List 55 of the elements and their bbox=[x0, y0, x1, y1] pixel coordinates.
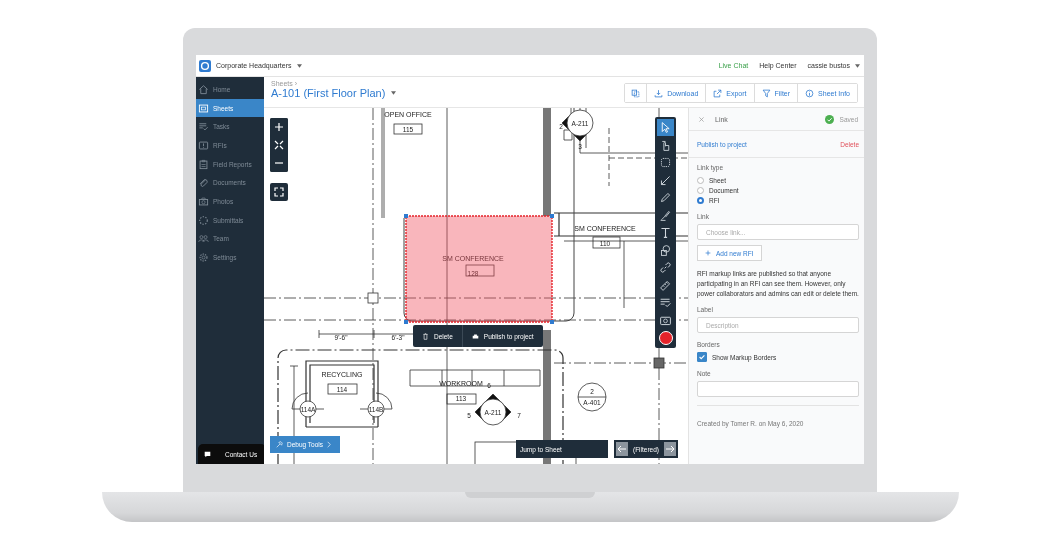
caret-icon[interactable] bbox=[296, 63, 302, 68]
resize-handle[interactable] bbox=[404, 320, 408, 324]
dotted-square-icon bbox=[659, 156, 672, 169]
alert-icon bbox=[198, 139, 209, 151]
link-icon bbox=[659, 261, 672, 274]
caret-icon[interactable] bbox=[391, 91, 397, 95]
filter-icon bbox=[761, 88, 771, 98]
radio-button[interactable] bbox=[697, 176, 704, 184]
chevron-right-icon bbox=[327, 441, 332, 448]
checkbox[interactable] bbox=[697, 352, 707, 363]
color-swatch[interactable] bbox=[658, 331, 673, 345]
arrow-left-icon bbox=[617, 444, 627, 454]
markup-tool-button[interactable] bbox=[657, 259, 674, 276]
people-icon bbox=[198, 233, 209, 245]
arrow-icon bbox=[659, 173, 672, 187]
hand-icon bbox=[659, 138, 672, 152]
checklist-icon bbox=[659, 296, 672, 309]
fullscreen-button[interactable] bbox=[270, 183, 288, 201]
resize-handle[interactable] bbox=[550, 320, 554, 324]
text-icon bbox=[659, 226, 672, 239]
arrow-right-icon bbox=[665, 444, 675, 454]
plus-icon bbox=[705, 250, 711, 256]
highlighter-icon bbox=[659, 208, 672, 222]
pencil-icon bbox=[659, 191, 672, 204]
previous-button[interactable] bbox=[616, 442, 628, 456]
ruler-icon bbox=[659, 278, 672, 292]
note-input[interactable] bbox=[697, 381, 859, 398]
paperclip-icon bbox=[198, 177, 209, 189]
corners-icon bbox=[274, 187, 284, 197]
resize-handle[interactable] bbox=[550, 214, 554, 218]
radio-button[interactable] bbox=[697, 186, 704, 194]
dotted-circle-icon bbox=[198, 214, 209, 226]
trash-icon bbox=[422, 332, 429, 340]
plus-icon bbox=[274, 122, 284, 132]
resize-handle[interactable] bbox=[404, 214, 408, 218]
hammer-icon bbox=[276, 441, 283, 448]
fit-arrows-icon bbox=[274, 140, 284, 150]
export-icon bbox=[713, 88, 723, 98]
sheet-title[interactable]: A-101 (First Floor Plan) bbox=[271, 87, 386, 99]
clipboard-icon bbox=[198, 158, 209, 170]
overlapping-sheets-icon bbox=[631, 88, 641, 98]
chat-bubble-icon bbox=[204, 450, 211, 458]
logo-icon bbox=[199, 59, 211, 72]
shapes-icon bbox=[659, 243, 672, 257]
checklist-icon bbox=[198, 121, 209, 133]
sheet-icon bbox=[198, 102, 209, 114]
radio-button[interactable] bbox=[697, 196, 704, 204]
camera-icon bbox=[198, 195, 209, 207]
home-icon bbox=[198, 83, 209, 95]
check-circle-icon bbox=[824, 114, 834, 124]
caret-icon[interactable] bbox=[855, 63, 860, 68]
info-icon bbox=[805, 88, 815, 98]
download-icon bbox=[654, 88, 664, 98]
cursor-icon bbox=[659, 121, 672, 134]
next-button[interactable] bbox=[664, 442, 676, 456]
